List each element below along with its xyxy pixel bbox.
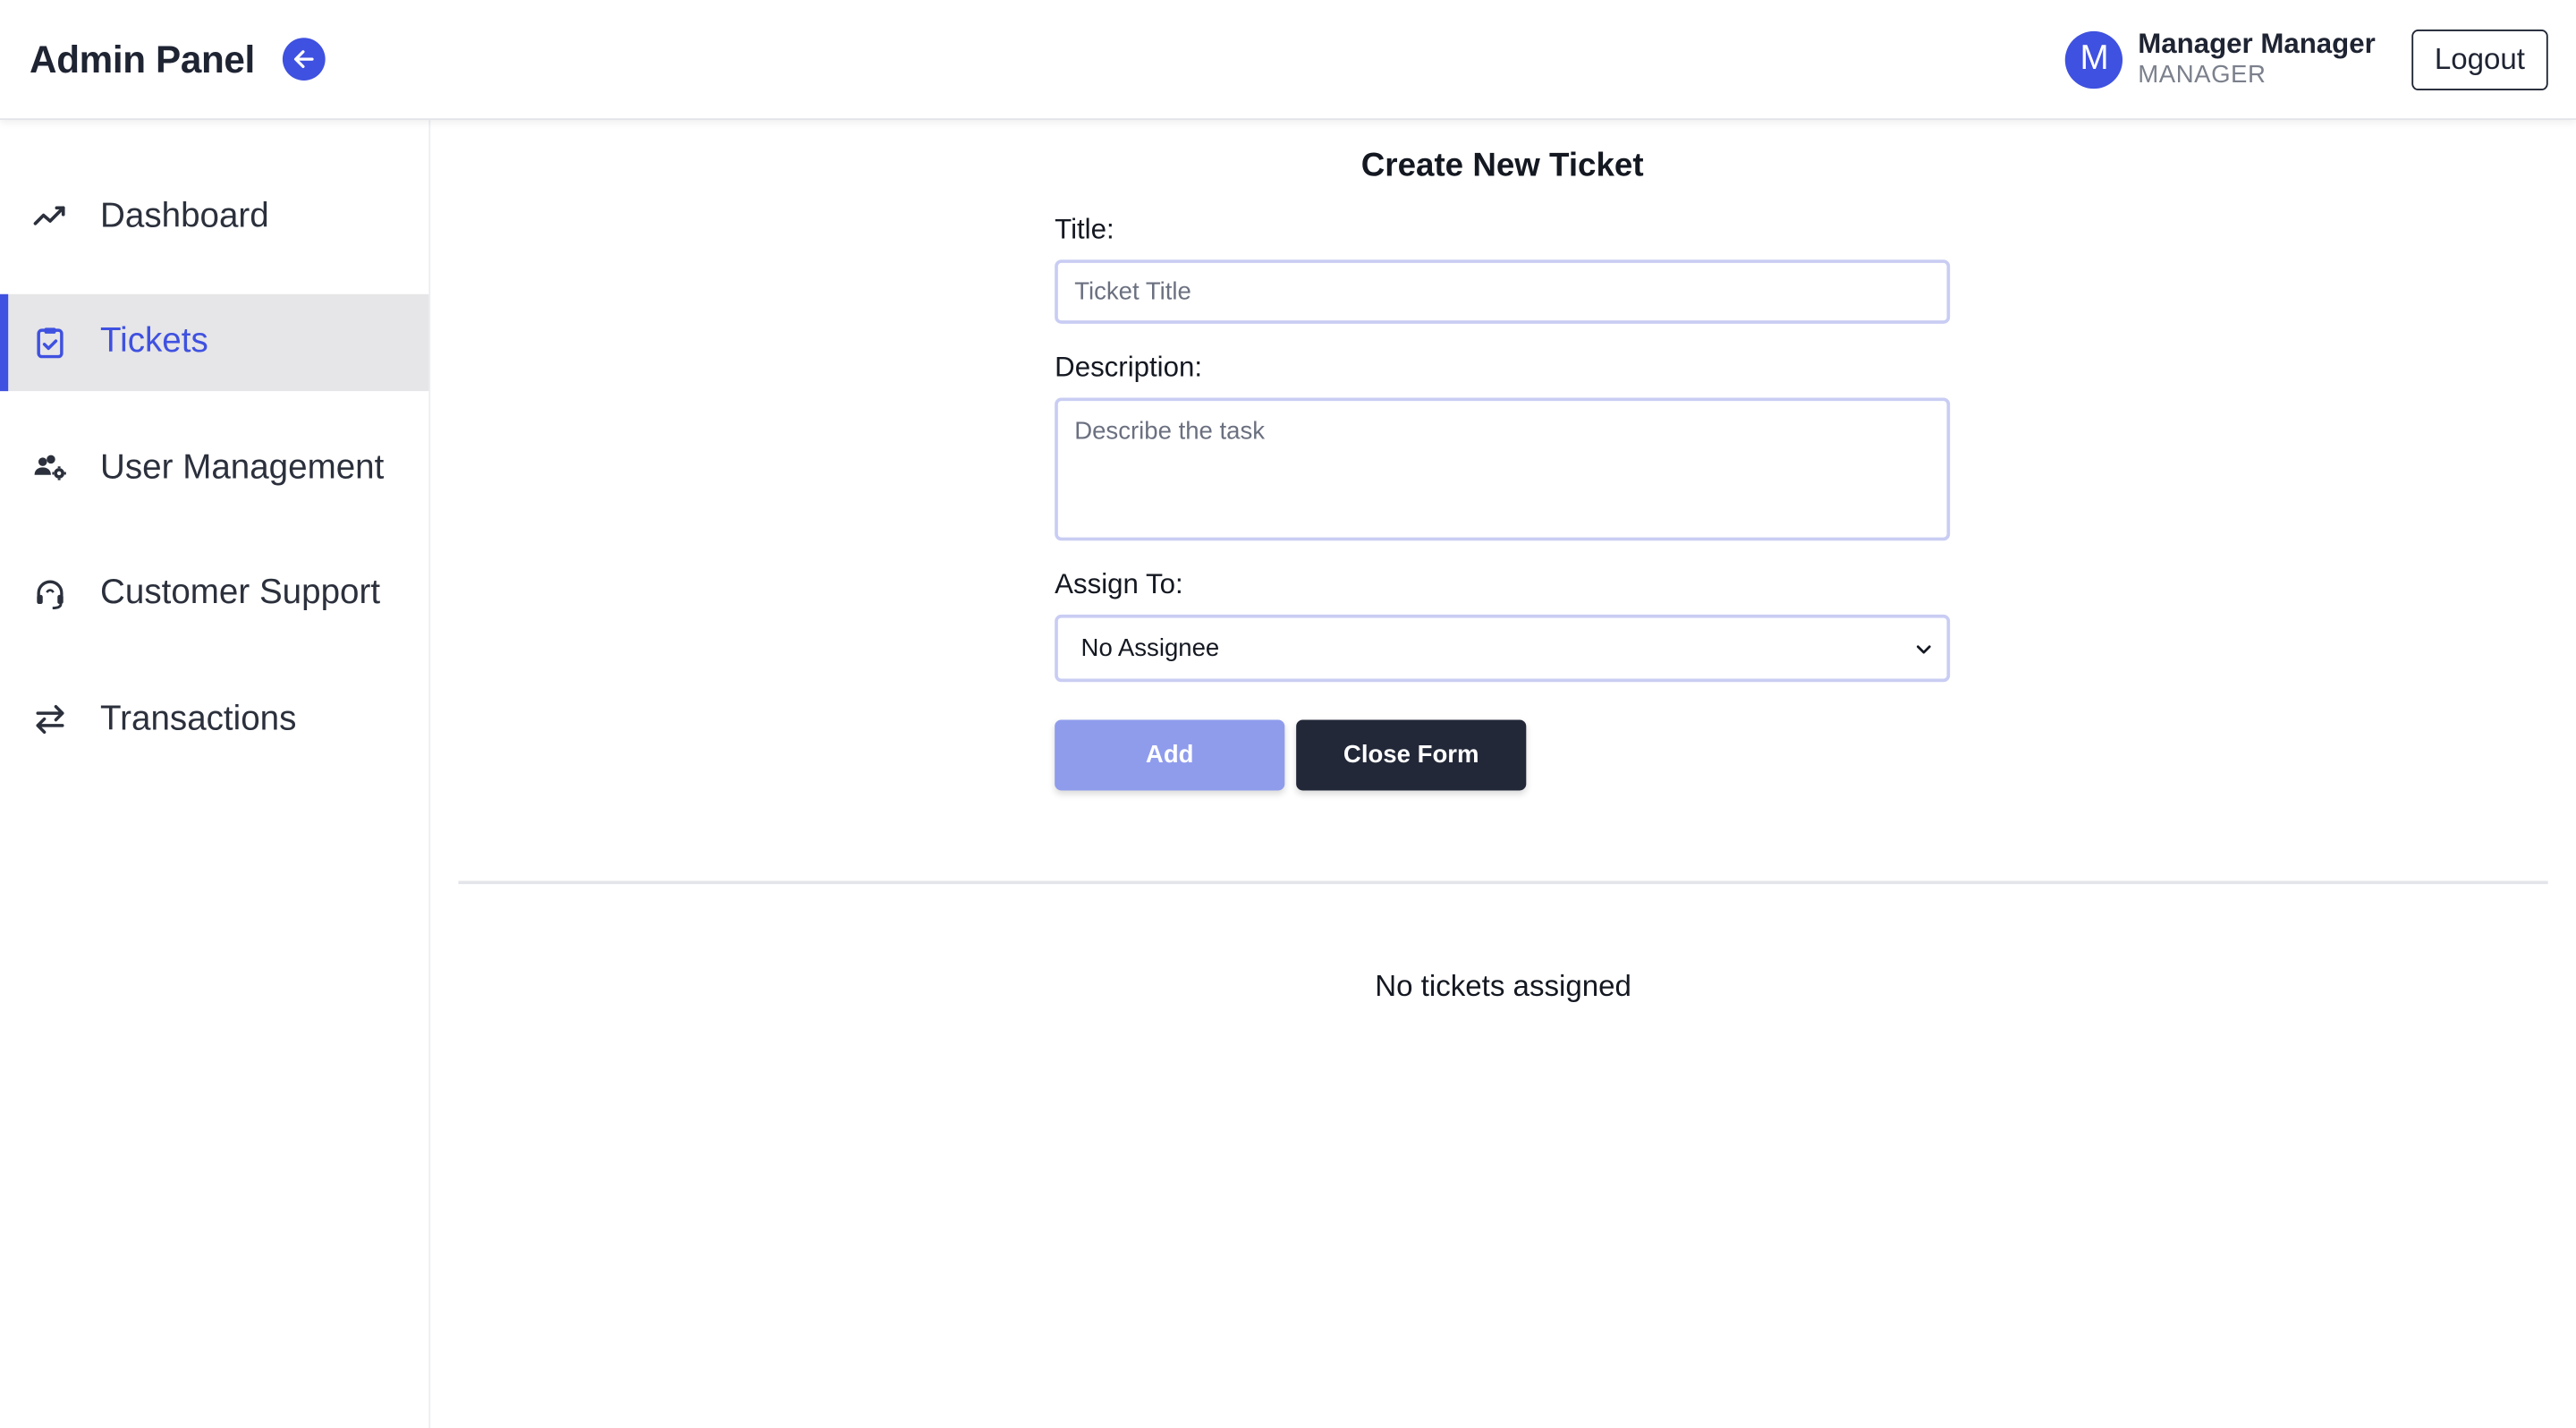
divider [458, 880, 2548, 885]
app-title: Admin Panel [30, 37, 255, 81]
user-name: Manager Manager [2138, 28, 2376, 60]
sidebar-item-dashboard[interactable]: Dashboard [0, 167, 428, 264]
sidebar-item-transactions[interactable]: Transactions [0, 670, 428, 767]
form-heading: Create New Ticket [1360, 148, 1644, 184]
headset-icon [33, 576, 68, 611]
sidebar-item-label: Tickets [100, 321, 208, 361]
assignee-select[interactable]: No Assignee [1055, 614, 1951, 683]
sidebar-item-customer-support[interactable]: Customer Support [0, 545, 428, 642]
user-role: MANAGER [2138, 60, 2267, 89]
collapse-sidebar-button[interactable] [283, 38, 326, 81]
assignee-selected-value: No Assignee [1080, 633, 1220, 663]
title-label: Title: [1055, 213, 1114, 245]
close-form-button[interactable]: Close Form [1296, 719, 1527, 791]
sidebar-item-tickets[interactable]: Tickets [0, 293, 429, 391]
main-content: Create New Ticket Title: Description: As… [430, 120, 2576, 1428]
empty-tickets-message: No tickets assigned [1375, 969, 1631, 1003]
top-bar: Admin Panel M Manager Manager MANAGER Lo… [0, 0, 2576, 121]
avatar[interactable]: M [2065, 30, 2123, 89]
sidebar-item-label: Customer Support [100, 574, 381, 612]
trend-chart-icon [33, 199, 68, 234]
user-info: Manager Manager MANAGER [2138, 28, 2375, 90]
title-input[interactable] [1055, 259, 1951, 324]
app-root: Admin Panel M Manager Manager MANAGER Lo… [0, 0, 2576, 1428]
swap-arrows-icon [33, 701, 68, 736]
description-input[interactable] [1055, 397, 1951, 541]
sidebar-item-label: User Management [100, 447, 385, 486]
sidebar: Dashboard Tickets User Management Custom… [0, 120, 431, 1428]
chevron-down-icon [1916, 645, 1931, 654]
assign-label: Assign To: [1055, 568, 1183, 600]
form-actions: Add Close Form [1055, 719, 1950, 791]
sidebar-item-user-management[interactable]: User Management [0, 419, 428, 515]
logout-button[interactable]: Logout [2411, 29, 2548, 90]
sidebar-item-label: Transactions [100, 699, 297, 737]
brand: Admin Panel [30, 37, 326, 81]
sidebar-item-label: Dashboard [100, 196, 269, 234]
description-label: Description: [1055, 352, 1203, 383]
arrow-left-icon [294, 50, 314, 69]
add-button[interactable]: Add [1055, 719, 1285, 791]
clipboard-check-icon [33, 325, 68, 360]
users-cog-icon [33, 450, 68, 485]
user-area: M Manager Manager MANAGER Logout [2065, 28, 2548, 90]
create-ticket-form: Create New Ticket Title: Description: As… [1055, 120, 1951, 791]
